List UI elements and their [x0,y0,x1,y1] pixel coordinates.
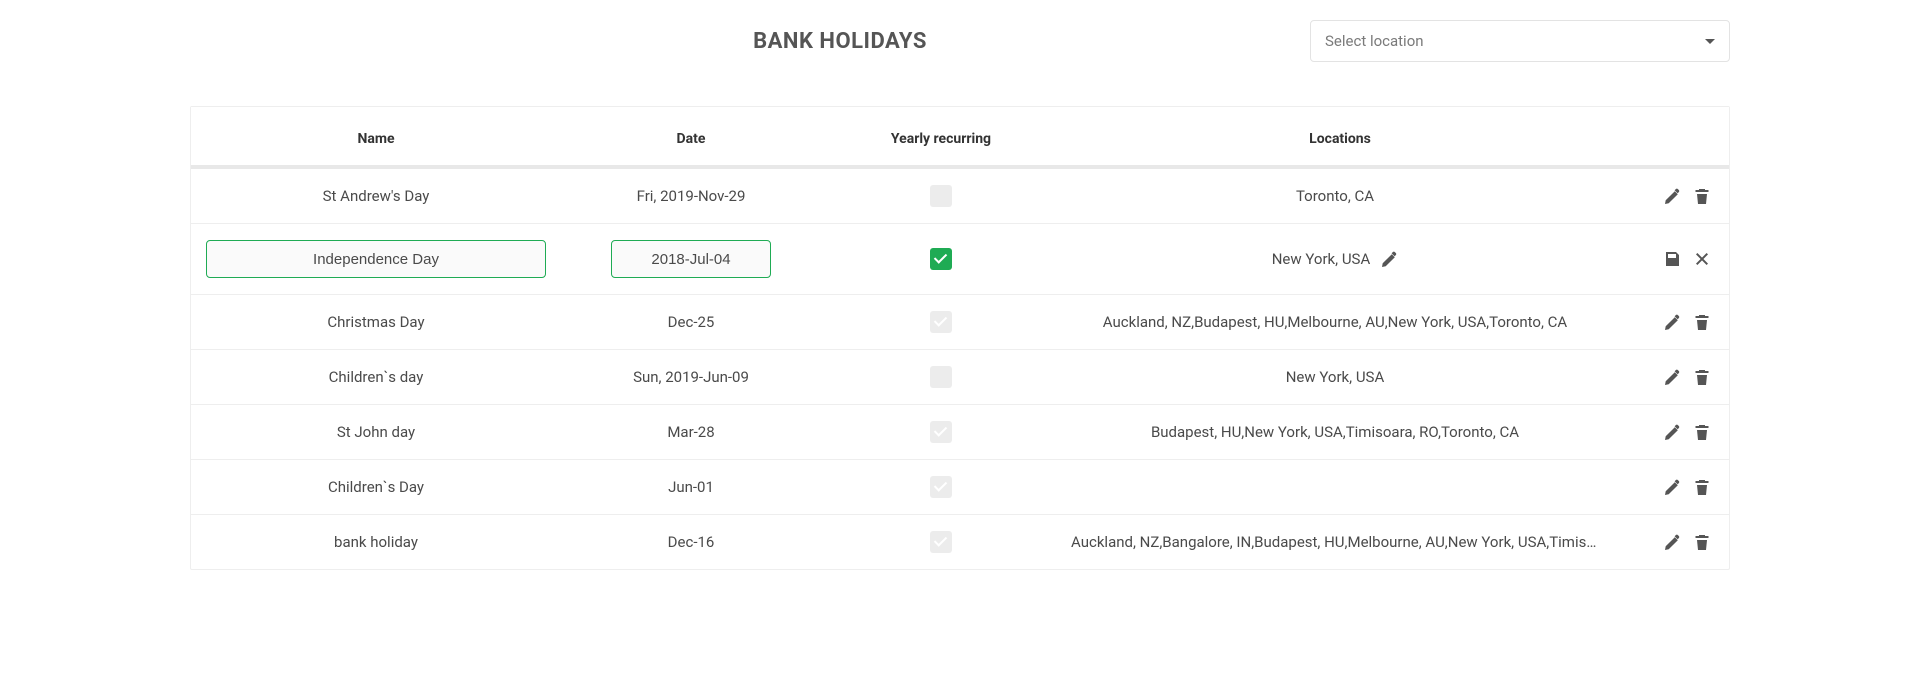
column-header-date: Date [561,107,821,167]
cancel-icon[interactable] [1693,250,1711,268]
cell-date: Mar-28 [561,405,821,460]
cell-recurring [821,167,1061,224]
cell-date [561,224,821,295]
date-value: Dec-25 [668,313,715,331]
column-header-name: Name [191,107,561,167]
column-header-locations: Locations [1061,107,1619,167]
cell-locations: Auckland, NZ,Bangalore, IN,Budapest, HU,… [1061,515,1619,570]
locations-value: Auckland, NZ,Budapest, HU,Melbourne, AU,… [1103,313,1567,331]
name-value: St John day [337,423,415,441]
locations-value: New York, USA [1272,250,1371,268]
cell-date: Fri, 2019-Nov-29 [561,167,821,224]
recurring-checkbox [930,421,952,443]
cell-date: Jun-01 [561,460,821,515]
cell-recurring [821,405,1061,460]
cell-recurring [821,295,1061,350]
cell-name: Children`s day [191,350,561,405]
table-row: Christmas Day Dec-25 Auckland, NZ,Budapest… [191,295,1729,350]
cell-recurring [821,350,1061,405]
cell-recurring [821,224,1061,295]
cell-locations: Auckland, NZ,Budapest, HU,Melbourne, AU,… [1061,295,1619,350]
table-row: Children`s day Sun, 2019-Jun-09 New York, … [191,350,1729,405]
name-value: Children`s Day [328,478,424,496]
cell-actions [1619,167,1729,224]
recurring-checkbox [930,531,952,553]
date-value: Sun, 2019-Jun-09 [633,368,749,386]
cell-locations: New York, USA [1061,224,1619,295]
name-input[interactable] [206,240,546,278]
edit-icon[interactable] [1663,423,1681,441]
cell-recurring [821,460,1061,515]
cell-locations: Budapest, HU,New York, USA,Timisoara, RO… [1061,405,1619,460]
cell-name: Children`s Day [191,460,561,515]
edit-icon[interactable] [1663,478,1681,496]
date-input[interactable] [611,240,771,278]
cell-actions [1619,224,1729,295]
date-value: Jun-01 [668,478,714,496]
locations-value: Toronto, CA [1296,187,1374,205]
cell-date: Dec-25 [561,295,821,350]
location-filter-placeholder: Select location [1325,32,1424,50]
locations-value: Budapest, HU,New York, USA,Timisoara, RO… [1151,423,1519,441]
cell-name: St John day [191,405,561,460]
column-header-actions [1619,107,1729,167]
table-row: Children`s Day Jun-01 [191,460,1729,515]
cell-actions [1619,350,1729,405]
edit-icon[interactable] [1663,533,1681,551]
edit-icon[interactable] [1663,187,1681,205]
delete-icon[interactable] [1693,533,1711,551]
cell-actions [1619,295,1729,350]
cell-name: bank holiday [191,515,561,570]
date-value: Fri, 2019-Nov-29 [637,187,746,205]
page-title: BANK HOLIDAYS [370,29,1310,54]
edit-locations-icon[interactable] [1380,250,1398,268]
delete-icon[interactable] [1693,478,1711,496]
locations-value: Auckland, NZ,Bangalore, IN,Budapest, HU,… [1071,533,1619,551]
name-value: Children`s day [329,368,424,386]
delete-icon[interactable] [1693,187,1711,205]
cell-locations: New York, USA [1061,350,1619,405]
name-value: bank holiday [334,533,418,551]
cell-name: Christmas Day [191,295,561,350]
name-value: Christmas Day [327,313,424,331]
table-row: St Andrew's Day Fri, 2019-Nov-29 Toronto, … [191,167,1729,224]
location-filter-select[interactable]: Select location [1310,20,1730,62]
date-value: Dec-16 [668,533,715,551]
recurring-checkbox[interactable] [930,248,952,270]
cell-recurring [821,515,1061,570]
cell-locations [1061,460,1619,515]
save-icon[interactable] [1663,250,1681,268]
date-value: Mar-28 [667,423,714,441]
cell-date: Dec-16 [561,515,821,570]
edit-icon[interactable] [1663,368,1681,386]
recurring-checkbox [930,476,952,498]
column-header-recurring: Yearly recurring [821,107,1061,167]
cell-name [191,224,561,295]
edit-icon[interactable] [1663,313,1681,331]
cell-actions [1619,405,1729,460]
locations-value: New York, USA [1286,368,1385,386]
recurring-checkbox [930,311,952,333]
delete-icon[interactable] [1693,313,1711,331]
cell-actions [1619,515,1729,570]
name-value: St Andrew's Day [323,187,430,205]
bank-holidays-table: Name Date Yearly recurring Locations St … [191,107,1729,569]
table-row: New York, USA [191,224,1729,295]
recurring-checkbox [930,185,952,207]
cell-name: St Andrew's Day [191,167,561,224]
table-row: St John day Mar-28 Budapest, HU,New York, … [191,405,1729,460]
cell-actions [1619,460,1729,515]
table-row: bank holiday Dec-16 Auckland, NZ,Bangalore… [191,515,1729,570]
chevron-down-icon [1705,39,1715,44]
delete-icon[interactable] [1693,423,1711,441]
delete-icon[interactable] [1693,368,1711,386]
cell-locations: Toronto, CA [1061,167,1619,224]
cell-date: Sun, 2019-Jun-09 [561,350,821,405]
recurring-checkbox [930,366,952,388]
